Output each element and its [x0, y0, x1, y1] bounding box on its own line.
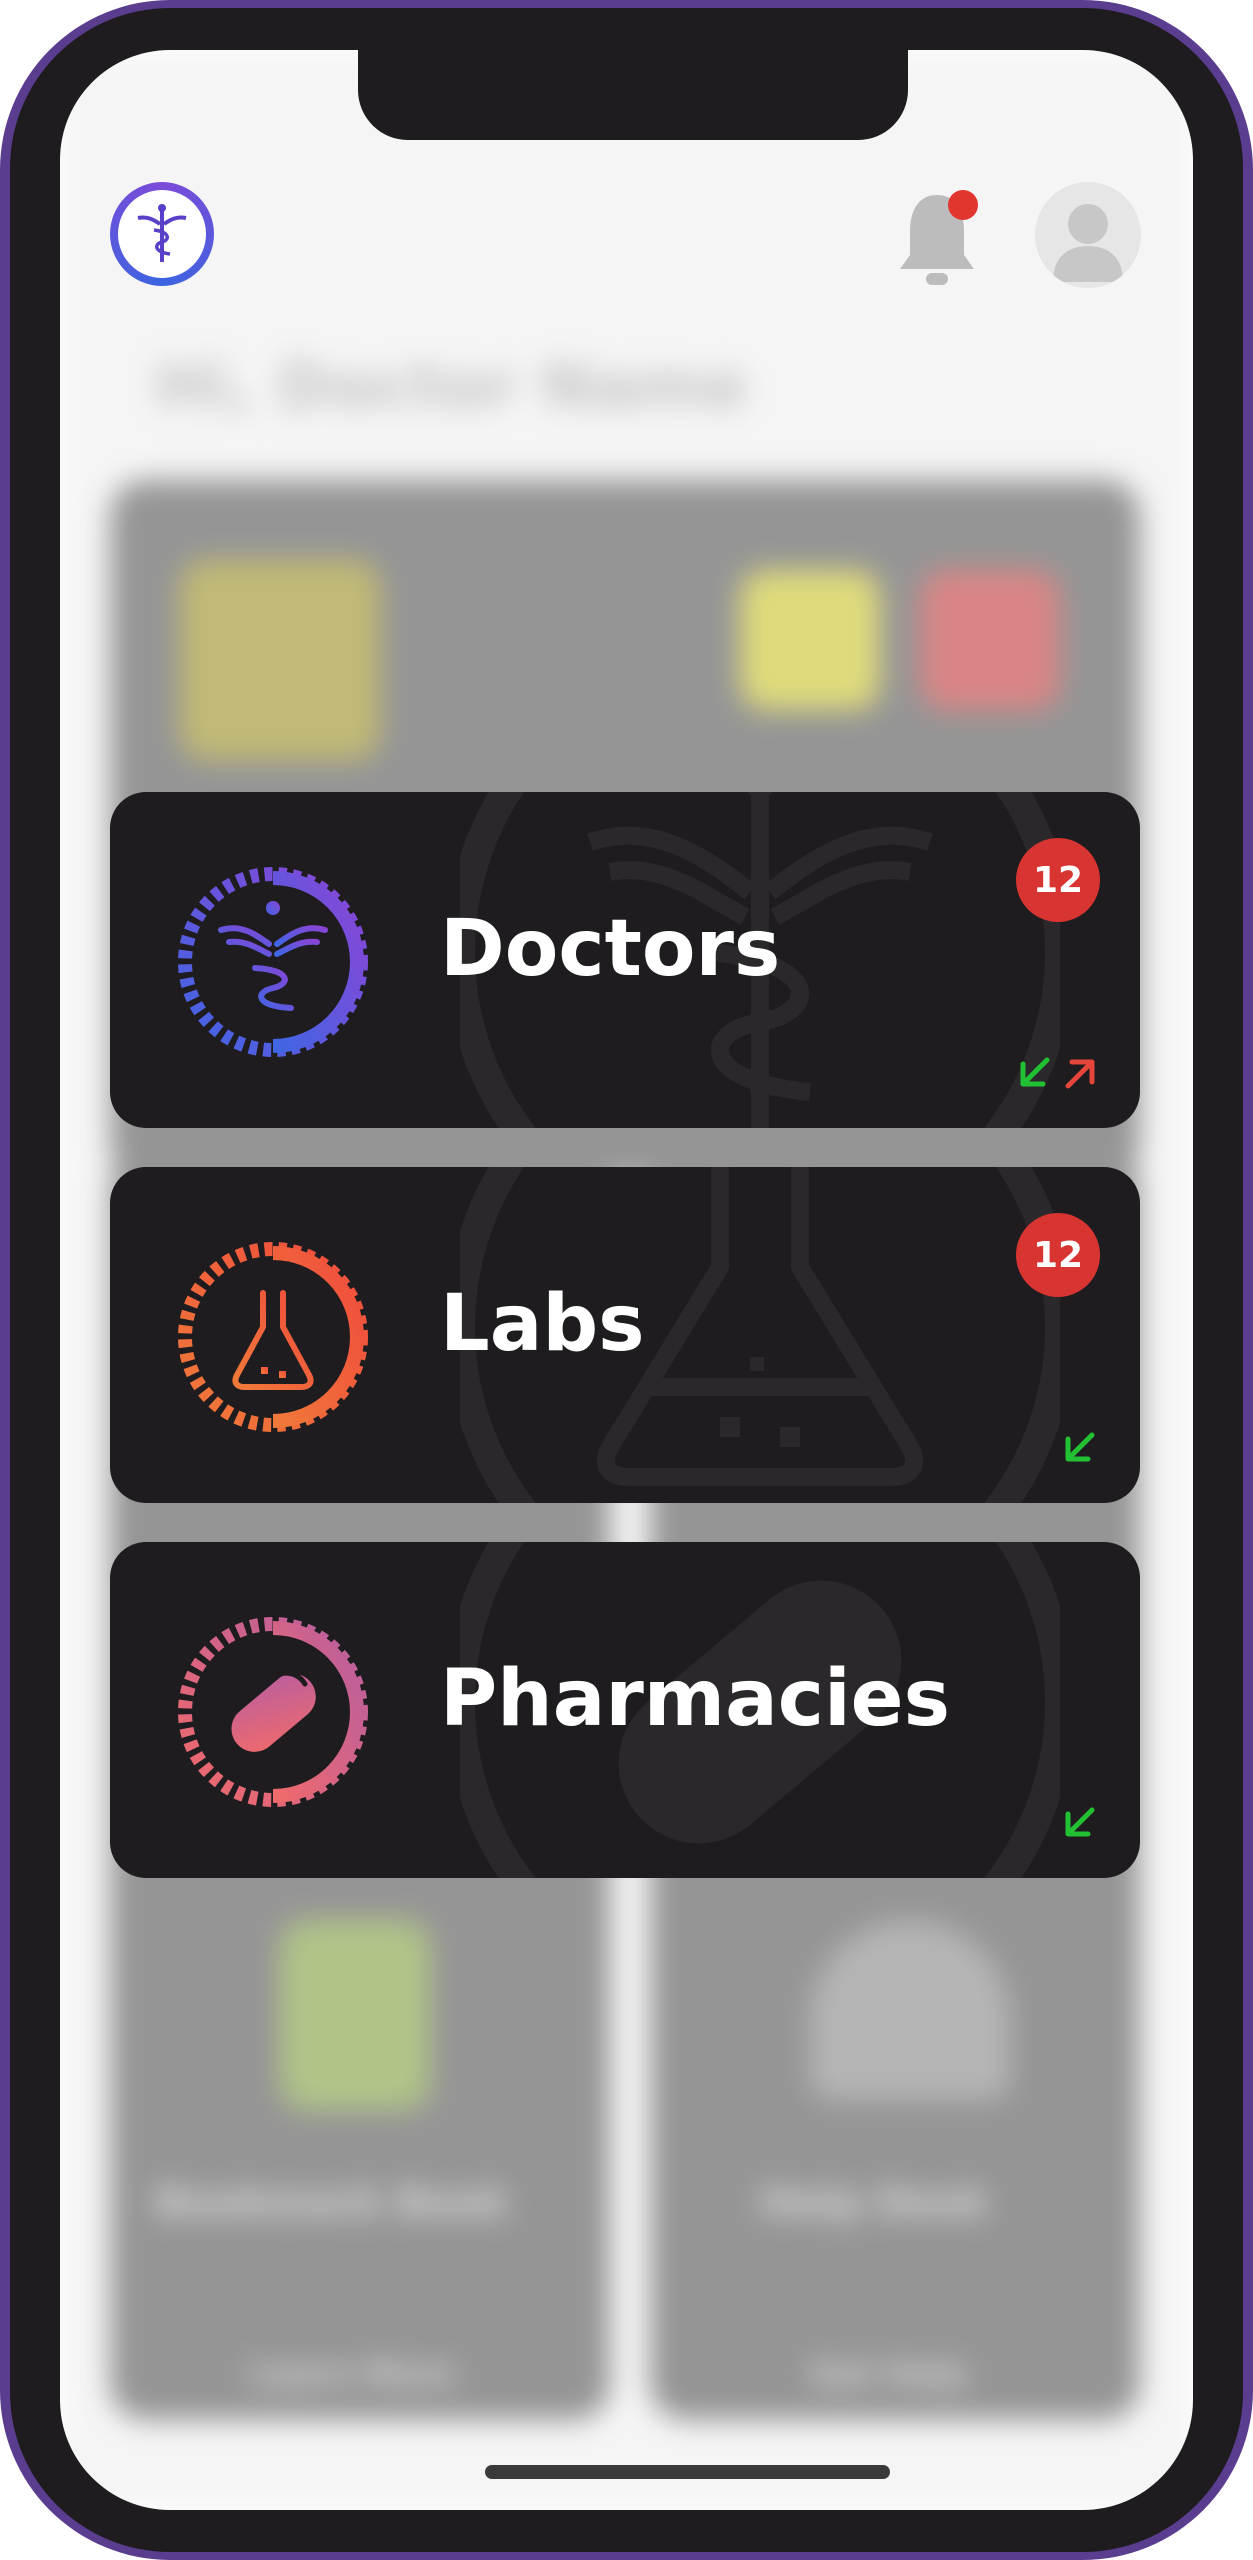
- flask-icon: [178, 1242, 368, 1432]
- home-indicator[interactable]: [485, 2465, 890, 2479]
- arrow-up-right-icon: [1065, 1059, 1095, 1089]
- category-label: Labs: [440, 1279, 645, 1369]
- caduceus-icon: [137, 204, 187, 262]
- count-badge: 12: [1016, 838, 1100, 922]
- category-card-labs[interactable]: Labs 12: [110, 1167, 1140, 1503]
- category-card-doctors[interactable]: Doctors 12: [110, 792, 1140, 1128]
- count-badge: 12: [1016, 1213, 1100, 1297]
- avatar-silhouette: [1053, 204, 1123, 282]
- user-avatar-icon[interactable]: [1035, 182, 1141, 288]
- device-notch: [358, 50, 908, 140]
- arrow-down-left-icon: [1065, 1432, 1095, 1462]
- arrow-down-left-icon: [1065, 1807, 1095, 1837]
- category-label: Pharmacies: [440, 1654, 951, 1744]
- pill-icon: [178, 1617, 368, 1807]
- category-card-pharmacies[interactable]: Pharmacies: [110, 1542, 1140, 1878]
- app-logo[interactable]: [110, 182, 214, 286]
- logo-inner: [118, 190, 206, 278]
- category-label: Doctors: [440, 904, 781, 994]
- screen: Hi, Doctor Name Bookmark Book Help Desk …: [60, 50, 1193, 2510]
- notification-dot: [948, 190, 978, 220]
- arrow-down-left-icon: [1020, 1057, 1050, 1087]
- caduceus-icon: [178, 867, 368, 1057]
